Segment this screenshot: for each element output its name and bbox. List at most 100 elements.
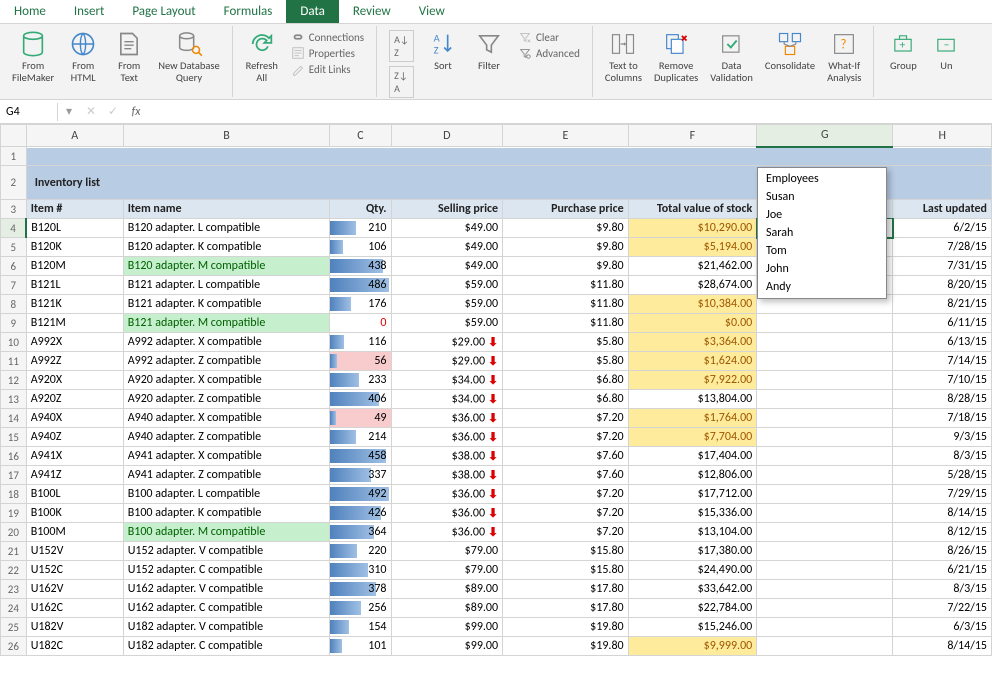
cell-sell[interactable]: $36.00⬇ xyxy=(391,409,503,428)
cell-total[interactable]: $5,194.00 xyxy=(628,238,757,257)
cell-name[interactable]: A941 adapter. X compatible xyxy=(123,447,330,466)
cell-qty[interactable]: 458 xyxy=(330,447,391,466)
cell-last[interactable]: 8/12/15 xyxy=(893,523,992,542)
cell-qty[interactable]: 492 xyxy=(330,485,391,504)
row-header-9[interactable]: 9 xyxy=(1,314,27,333)
sort-desc-button[interactable]: Z↓A xyxy=(389,66,414,98)
row-header-4[interactable]: 4 xyxy=(1,219,27,238)
cell-total[interactable]: $1,624.00 xyxy=(628,352,757,371)
row-header-7[interactable]: 7 xyxy=(1,276,27,295)
cell-last[interactable]: 8/14/15 xyxy=(893,637,992,656)
cell-qty[interactable]: 116 xyxy=(330,333,391,352)
cell-item[interactable]: A920X xyxy=(26,371,123,390)
cell-qty[interactable]: 233 xyxy=(330,371,391,390)
hdr-qty[interactable]: Qty. xyxy=(330,200,391,219)
cell-buy[interactable]: $17.80 xyxy=(503,580,629,599)
cell-last[interactable]: 7/14/15 xyxy=(893,352,992,371)
cell-buy[interactable]: $7.60 xyxy=(503,466,629,485)
cell-sell[interactable]: $89.00 xyxy=(391,599,503,618)
cell-name[interactable]: A920 adapter. Z compatible xyxy=(123,390,330,409)
cell-updby[interactable] xyxy=(757,637,893,656)
cell-name[interactable]: A920 adapter. X compatible xyxy=(123,371,330,390)
cell-name[interactable]: B120 adapter. L compatible xyxy=(123,219,330,238)
cell-name[interactable]: B120 adapter. K compatible xyxy=(123,238,330,257)
cell-name[interactable]: U152 adapter. V compatible xyxy=(123,542,330,561)
cell-updby[interactable] xyxy=(757,504,893,523)
cell-buy[interactable]: $11.80 xyxy=(503,314,629,333)
cell-last[interactable]: 7/29/15 xyxy=(893,485,992,504)
cell-total[interactable]: $15,246.00 xyxy=(628,618,757,637)
cell-buy[interactable]: $15.80 xyxy=(503,542,629,561)
cell-total[interactable]: $7,922.00 xyxy=(628,371,757,390)
cell-buy[interactable]: $7.20 xyxy=(503,485,629,504)
cell-sell[interactable]: $99.00 xyxy=(391,637,503,656)
cell-name[interactable]: B100 adapter. K compatible xyxy=(123,504,330,523)
cell-buy[interactable]: $7.20 xyxy=(503,409,629,428)
cell-updby[interactable] xyxy=(757,428,893,447)
cell-qty[interactable]: 154 xyxy=(330,618,391,637)
cell-name[interactable]: B120 adapter. M compatible xyxy=(123,257,330,276)
cell-last[interactable]: 6/3/15 xyxy=(893,618,992,637)
cell-sell[interactable]: $29.00⬇ xyxy=(391,333,503,352)
cell-last[interactable]: 9/3/15 xyxy=(893,428,992,447)
cell-item[interactable]: A940X xyxy=(26,409,123,428)
cell-name[interactable]: B121 adapter. L compatible xyxy=(123,276,330,295)
dropdown-option[interactable]: Tom xyxy=(760,242,884,260)
cell-last[interactable]: 6/11/15 xyxy=(893,314,992,333)
cell-qty[interactable]: 310 xyxy=(330,561,391,580)
cell-item[interactable]: B121M xyxy=(26,314,123,333)
dropdown-option[interactable]: Employees xyxy=(760,170,884,188)
cell-sell[interactable]: $36.00⬇ xyxy=(391,428,503,447)
cell-qty[interactable]: 364 xyxy=(330,523,391,542)
refresh-all-button[interactable]: RefreshAll xyxy=(241,28,283,85)
properties-button[interactable]: Properties xyxy=(291,46,364,60)
row-header-8[interactable]: 8 xyxy=(1,295,27,314)
cell-last[interactable]: 7/18/15 xyxy=(893,409,992,428)
edit-links-button[interactable]: Edit Links xyxy=(291,62,364,76)
row-header-2[interactable]: 2 xyxy=(1,166,27,200)
tab-review[interactable]: Review xyxy=(339,0,405,23)
validation-dropdown[interactable]: EmployeesSusanJoeSarahTomJohnAndy xyxy=(757,167,887,299)
hdr-item[interactable]: Item # xyxy=(26,200,123,219)
dropdown-option[interactable]: Joe xyxy=(760,206,884,224)
clear-filter-button[interactable]: Clear xyxy=(518,30,580,44)
cell-buy[interactable]: $6.80 xyxy=(503,390,629,409)
cell-sell[interactable]: $38.00⬇ xyxy=(391,447,503,466)
cell-total[interactable]: $7,704.00 xyxy=(628,428,757,447)
cell-sell[interactable]: $36.00⬇ xyxy=(391,485,503,504)
cell-updby[interactable] xyxy=(757,542,893,561)
col-header-F[interactable]: F xyxy=(628,125,757,147)
cell-last[interactable]: 6/2/15 xyxy=(893,219,992,238)
cell-name[interactable]: A941 adapter. Z compatible xyxy=(123,466,330,485)
cell-total[interactable]: $0.00 xyxy=(628,314,757,333)
cell-item[interactable]: B121L xyxy=(26,276,123,295)
cell-updby[interactable] xyxy=(757,599,893,618)
cell-last[interactable]: 8/14/15 xyxy=(893,504,992,523)
cell-item[interactable]: A992Z xyxy=(26,352,123,371)
cell-buy[interactable]: $11.80 xyxy=(503,295,629,314)
new-db-query-button[interactable]: New DatabaseQuery xyxy=(154,28,224,85)
group-button[interactable]: +Group xyxy=(882,28,924,74)
cell-last[interactable]: 7/31/15 xyxy=(893,257,992,276)
cell-last[interactable]: 8/3/15 xyxy=(893,447,992,466)
cancel-formula-button[interactable]: ✕ xyxy=(80,104,102,119)
row-header-17[interactable]: 17 xyxy=(1,466,27,485)
cell-buy[interactable]: $7.20 xyxy=(503,504,629,523)
cell-updby[interactable] xyxy=(757,447,893,466)
cell-total[interactable]: $17,712.00 xyxy=(628,485,757,504)
tab-page-layout[interactable]: Page Layout xyxy=(118,0,209,23)
row-header-13[interactable]: 13 xyxy=(1,390,27,409)
cell-qty[interactable]: 0 xyxy=(330,314,391,333)
cell-total[interactable]: $12,806.00 xyxy=(628,466,757,485)
cell-sell[interactable]: $59.00 xyxy=(391,276,503,295)
cell-name[interactable]: B100 adapter. M compatible xyxy=(123,523,330,542)
cell[interactable] xyxy=(26,147,991,166)
dropdown-option[interactable]: Susan xyxy=(760,188,884,206)
row-header-19[interactable]: 19 xyxy=(1,504,27,523)
remove-duplicates-button[interactable]: RemoveDuplicates xyxy=(650,28,702,85)
sort-button[interactable]: AZSort xyxy=(422,28,464,100)
what-if-button[interactable]: ?What-IfAnalysis xyxy=(823,28,865,85)
cell-total[interactable]: $24,490.00 xyxy=(628,561,757,580)
from-html-button[interactable]: FromHTML xyxy=(62,28,104,85)
from-filemaker-button[interactable]: FromFileMaker xyxy=(8,28,58,85)
